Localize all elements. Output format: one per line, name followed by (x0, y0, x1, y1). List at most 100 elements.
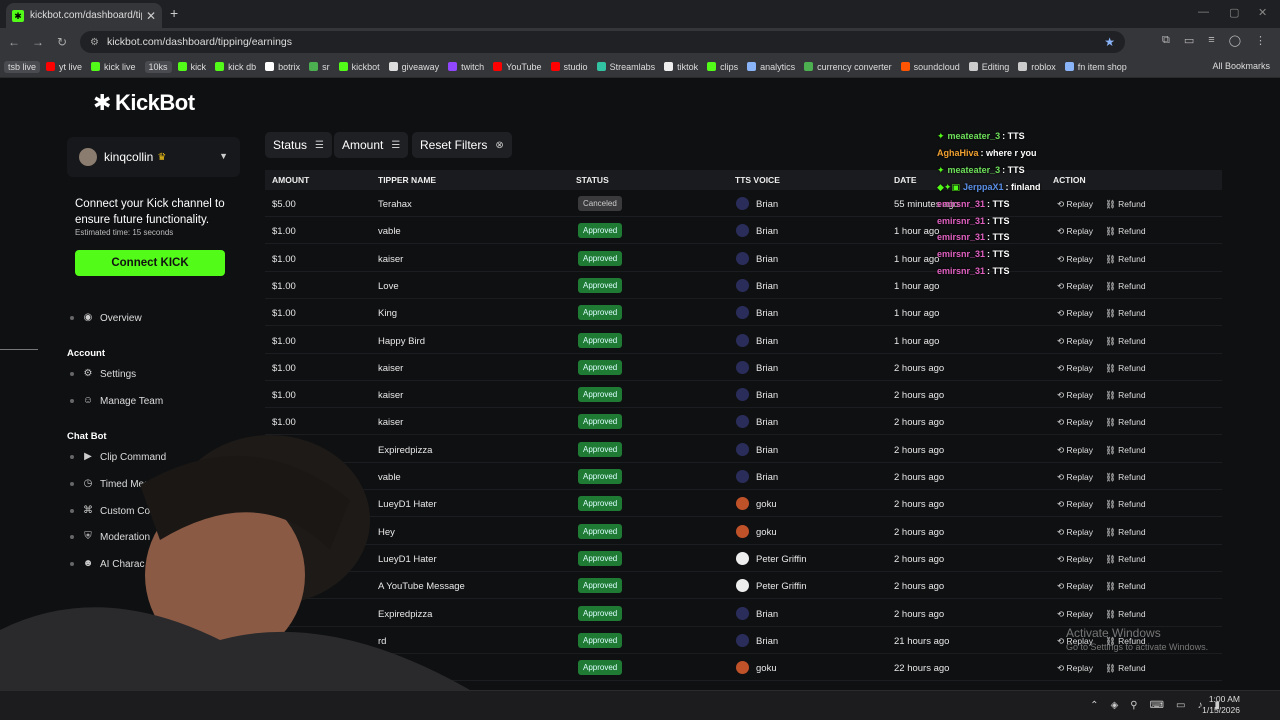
col-tipper[interactable]: TIPPER NAME (378, 175, 436, 185)
chat-username: meateater_3 (947, 164, 1001, 175)
refund-button[interactable]: ⛓ Refund (1105, 390, 1146, 401)
bookmark-item[interactable]: YouTube (493, 62, 542, 72)
refund-button[interactable]: ⛓ Refund (1105, 281, 1146, 292)
bookmark-item[interactable]: sr (309, 62, 330, 72)
window-close-icon[interactable]: ✕ (1258, 6, 1267, 19)
col-date[interactable]: DATE (894, 175, 917, 185)
bookmark-item[interactable]: clips (707, 62, 738, 72)
refund-button[interactable]: ⛓ Refund (1105, 445, 1146, 456)
back-icon[interactable]: ← (2, 35, 26, 49)
replay-button[interactable]: ⟲ Replay (1057, 663, 1093, 674)
refund-button[interactable]: ⛓ Refund (1105, 609, 1146, 620)
bookmark-item[interactable]: tsb live (4, 60, 41, 73)
replay-button[interactable]: ⟲ Replay (1057, 199, 1093, 210)
media-icon[interactable]: ≡ (1208, 34, 1214, 47)
replay-button[interactable]: ⟲ Replay (1057, 581, 1093, 592)
bookmark-item[interactable]: Streamlabs (596, 62, 655, 72)
replay-button[interactable]: ⟲ Replay (1057, 254, 1093, 265)
replay-button[interactable]: ⟲ Replay (1057, 417, 1093, 428)
bookmark-item[interactable]: fn item shop (1064, 62, 1127, 72)
bookmark-item[interactable]: kickbot (338, 62, 380, 72)
connect-kick-button[interactable]: Connect KICK (75, 250, 225, 276)
bookmark-item[interactable]: 10ks (144, 60, 172, 73)
status-filter-button[interactable]: Status ☰ (265, 132, 332, 158)
maximize-icon[interactable]: ▢ (1229, 6, 1239, 19)
bookmark-item[interactable]: botrix (265, 62, 300, 72)
tray-chevron-icon[interactable]: ⌃ (1090, 700, 1098, 711)
overview-icon: ◉ (83, 312, 93, 323)
replay-button[interactable]: ⟲ Replay (1057, 499, 1093, 510)
replay-button[interactable]: ⟲ Replay (1057, 554, 1093, 565)
menu-icon[interactable]: ⋮ (1255, 34, 1266, 47)
bookmark-item[interactable]: soundcloud (900, 62, 960, 72)
refund-button[interactable]: ⛓ Refund (1105, 363, 1146, 374)
amount-filter-button[interactable]: Amount ☰ (334, 132, 409, 158)
bookmark-item[interactable]: kick db (215, 62, 256, 72)
bookmark-item[interactable]: Editing (968, 62, 1009, 72)
replay-button[interactable]: ⟲ Replay (1057, 445, 1093, 456)
refund-button[interactable]: ⛓ Refund (1105, 336, 1146, 347)
refund-button[interactable]: ⛓ Refund (1105, 581, 1146, 592)
bookmark-item[interactable]: kick (177, 62, 206, 72)
refund-button[interactable]: ⛓ Refund (1105, 554, 1146, 565)
reload-icon[interactable]: ↻ (50, 35, 74, 49)
col-voice[interactable]: TTS VOICE (735, 175, 780, 185)
replay-button[interactable]: ⟲ Replay (1057, 527, 1093, 538)
sidebar-item-settings[interactable]: ⚙ Settings (67, 368, 136, 380)
refund-button[interactable]: ⛓ Refund (1105, 499, 1146, 510)
replay-button[interactable]: ⟲ Replay (1057, 308, 1093, 319)
chat-text: : TTS (987, 266, 1010, 277)
forward-icon[interactable]: → (26, 35, 50, 49)
bookmark-item[interactable]: analytics (747, 62, 795, 72)
kickbot-logo[interactable]: ✱ KickBot (93, 90, 195, 116)
bookmark-item[interactable]: tiktok (664, 62, 698, 72)
replay-button[interactable]: ⟲ Replay (1057, 336, 1093, 347)
url-input[interactable]: ⚙ kickbot.com/dashboard/tipping/earnings… (80, 31, 1125, 53)
minimize-icon[interactable]: — (1198, 6, 1209, 18)
cast-icon[interactable]: ▭ (1184, 34, 1194, 47)
sidebar-item-manage-team[interactable]: ☺ Manage Team (67, 395, 163, 407)
keyboard-icon[interactable]: ⌨ (1150, 700, 1164, 711)
user-switcher[interactable]: kinqcollin ♛ ▼ (67, 137, 240, 177)
refund-button[interactable]: ⛓ Refund (1105, 417, 1146, 428)
col-amount[interactable]: AMOUNT (272, 175, 309, 185)
replay-button[interactable]: ⟲ Replay (1057, 281, 1093, 292)
col-status[interactable]: STATUS (576, 175, 609, 185)
profile-icon[interactable]: ◯ (1229, 34, 1241, 47)
bookmark-item[interactable]: twitch (448, 62, 484, 72)
bookmark-label: yt live (59, 61, 83, 72)
refund-button[interactable]: ⛓ Refund (1105, 663, 1146, 674)
tray-app-icon[interactable]: ◈ (1111, 700, 1119, 711)
bookmark-item[interactable]: kick live (91, 62, 136, 72)
bookmark-item[interactable]: giveaway (388, 62, 439, 72)
bookmark-star-icon[interactable]: ★ (1104, 35, 1115, 49)
taskbar-clock[interactable]: 1:00 AM 1/15/2026 (1202, 694, 1240, 716)
replay-button[interactable]: ⟲ Replay (1057, 472, 1093, 483)
clock-time: 1:00 AM (1208, 694, 1240, 704)
replay-button[interactable]: ⟲ Replay (1057, 609, 1093, 620)
refund-button[interactable]: ⛓ Refund (1105, 199, 1146, 210)
replay-button[interactable]: ⟲ Replay (1057, 390, 1093, 401)
browser-tab[interactable]: ✱ kickbot.com/dashboard/tipping ✕ (6, 3, 162, 28)
site-info-icon[interactable]: ⚙ (90, 37, 99, 48)
sidebar-item-overview[interactable]: ◉ Overview (67, 312, 142, 324)
bookmark-item[interactable]: roblox (1018, 62, 1056, 72)
close-tab-icon[interactable]: ✕ (146, 9, 156, 23)
usb-icon[interactable]: ⚲ (1130, 700, 1137, 711)
bookmark-item[interactable]: yt live (46, 62, 82, 72)
extensions-icon[interactable]: ⧉ (1162, 34, 1170, 47)
replay-button[interactable]: ⟲ Replay (1057, 363, 1093, 374)
all-bookmarks-folder[interactable]: All Bookmarks (1212, 61, 1270, 71)
new-tab-icon[interactable]: + (170, 5, 178, 21)
network-icon[interactable]: ▭ (1176, 700, 1185, 711)
refund-button[interactable]: ⛓ Refund (1105, 226, 1146, 237)
bookmark-item[interactable]: currency converter (804, 62, 892, 72)
refund-button[interactable]: ⛓ Refund (1105, 308, 1146, 319)
replay-button[interactable]: ⟲ Replay (1057, 226, 1093, 237)
refund-button[interactable]: ⛓ Refund (1105, 254, 1146, 265)
refund-button[interactable]: ⛓ Refund (1105, 527, 1146, 538)
bookmark-item[interactable]: studio (550, 62, 588, 72)
reset-filters-button[interactable]: Reset Filters ⊗ (412, 132, 512, 158)
replay-label: Replay (1066, 553, 1093, 564)
refund-button[interactable]: ⛓ Refund (1105, 472, 1146, 483)
